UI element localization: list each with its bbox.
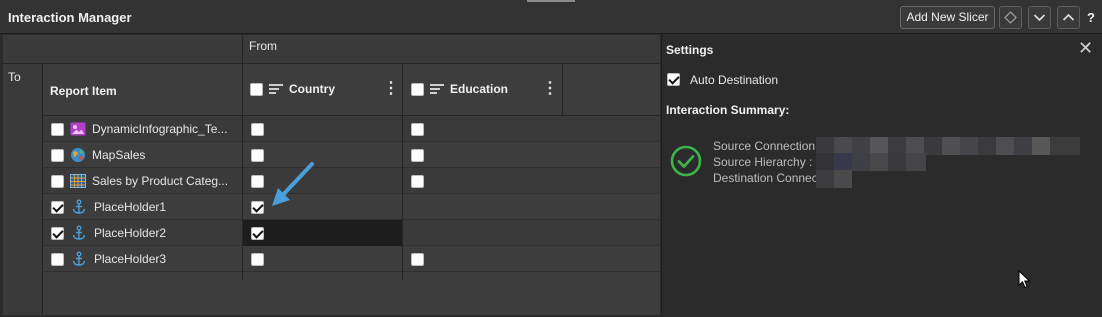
chevron-up-icon <box>1062 13 1075 21</box>
list-item: PlaceHolder1 <box>72 194 166 220</box>
anchor-icon <box>72 225 88 241</box>
report-item-label: PlaceHolder3 <box>94 252 167 266</box>
row-checkbox[interactable] <box>51 175 64 188</box>
education-checkbox[interactable] <box>411 149 424 162</box>
country-header-checkbox[interactable] <box>250 82 263 96</box>
report-item-label: PlaceHolder1 <box>94 200 167 214</box>
list-item: PlaceHolder2 <box>72 220 166 246</box>
settings-title: Settings <box>666 43 714 57</box>
interaction-summary-title: Interaction Summary: <box>666 103 790 117</box>
column-divider <box>402 64 403 280</box>
education-checkbox[interactable] <box>411 175 424 188</box>
column-header-country[interactable]: Country <box>250 82 335 96</box>
window-title: Interaction Manager <box>8 10 132 25</box>
country-menu-icon[interactable]: ⋮ <box>383 80 399 98</box>
anchor-icon <box>72 251 88 267</box>
education-checkbox[interactable] <box>411 253 424 266</box>
country-column-label: Country <box>289 82 335 96</box>
row-checkbox[interactable] <box>51 253 64 266</box>
country-checkbox[interactable] <box>251 149 264 162</box>
column-header-education[interactable]: Education <box>411 82 508 96</box>
help-icon[interactable]: ? <box>1087 10 1095 25</box>
infographic-icon <box>70 121 86 137</box>
column-divider <box>562 64 563 116</box>
education-checkbox[interactable] <box>411 123 424 136</box>
country-checkbox[interactable] <box>251 227 264 240</box>
education-header-checkbox[interactable] <box>411 82 424 96</box>
drag-handle[interactable] <box>527 0 575 2</box>
column-divider <box>242 35 243 280</box>
from-header-row <box>3 35 660 64</box>
move-down-button[interactable] <box>1028 6 1051 29</box>
education-column-label: Education <box>450 82 509 96</box>
column-header-row <box>43 64 660 116</box>
add-new-slicer-button[interactable]: Add New Slicer <box>900 6 995 29</box>
to-gutter <box>3 64 43 315</box>
move-up-button[interactable] <box>1057 6 1080 29</box>
anchor-icon <box>72 199 88 215</box>
from-label: From <box>249 39 277 53</box>
country-checkbox[interactable] <box>251 201 264 214</box>
auto-destination-label: Auto Destination <box>690 73 779 87</box>
list-icon <box>430 83 444 95</box>
diamond-button[interactable] <box>999 6 1022 29</box>
globe-icon <box>70 147 86 163</box>
report-item-label: MapSales <box>92 148 146 162</box>
grid-table-icon <box>70 173 86 189</box>
list-icon <box>269 83 283 95</box>
diamond-icon <box>1004 11 1017 24</box>
report-item-label: Sales by Product Categ... <box>92 174 229 188</box>
to-label: To <box>8 70 21 84</box>
selected-cell <box>243 220 403 246</box>
row-checkbox[interactable] <box>51 227 64 240</box>
auto-destination-checkbox[interactable] <box>667 73 680 86</box>
report-item-label: PlaceHolder2 <box>94 226 167 240</box>
country-checkbox[interactable] <box>251 175 264 188</box>
summary-source-connection: Source Connection <box>713 139 816 153</box>
annotation-arrow-icon <box>272 162 314 206</box>
summary-source-hierarchy: Source Hierarchy : [ <box>713 155 820 169</box>
list-item: Sales by Product Categ... <box>70 168 228 194</box>
list-item: DynamicInfographic_Te... <box>70 116 227 142</box>
mouse-cursor-icon <box>1018 270 1031 289</box>
row-checkbox[interactable] <box>51 201 64 214</box>
row-checkbox[interactable] <box>51 149 64 162</box>
close-icon[interactable]: ✕ <box>1078 38 1093 59</box>
summary-destination-connection: Destination Connec <box>713 171 818 185</box>
report-item-label: DynamicInfographic_Te... <box>92 122 228 136</box>
chevron-down-icon <box>1033 14 1046 22</box>
list-item: PlaceHolder3 <box>72 246 166 272</box>
country-checkbox[interactable] <box>251 123 264 136</box>
education-menu-icon[interactable]: ⋮ <box>542 80 558 98</box>
report-item-header: Report Item <box>50 84 117 98</box>
success-check-icon <box>670 145 702 177</box>
country-checkbox[interactable] <box>251 253 264 266</box>
row-checkbox[interactable] <box>51 123 64 136</box>
list-item: MapSales <box>70 142 145 168</box>
